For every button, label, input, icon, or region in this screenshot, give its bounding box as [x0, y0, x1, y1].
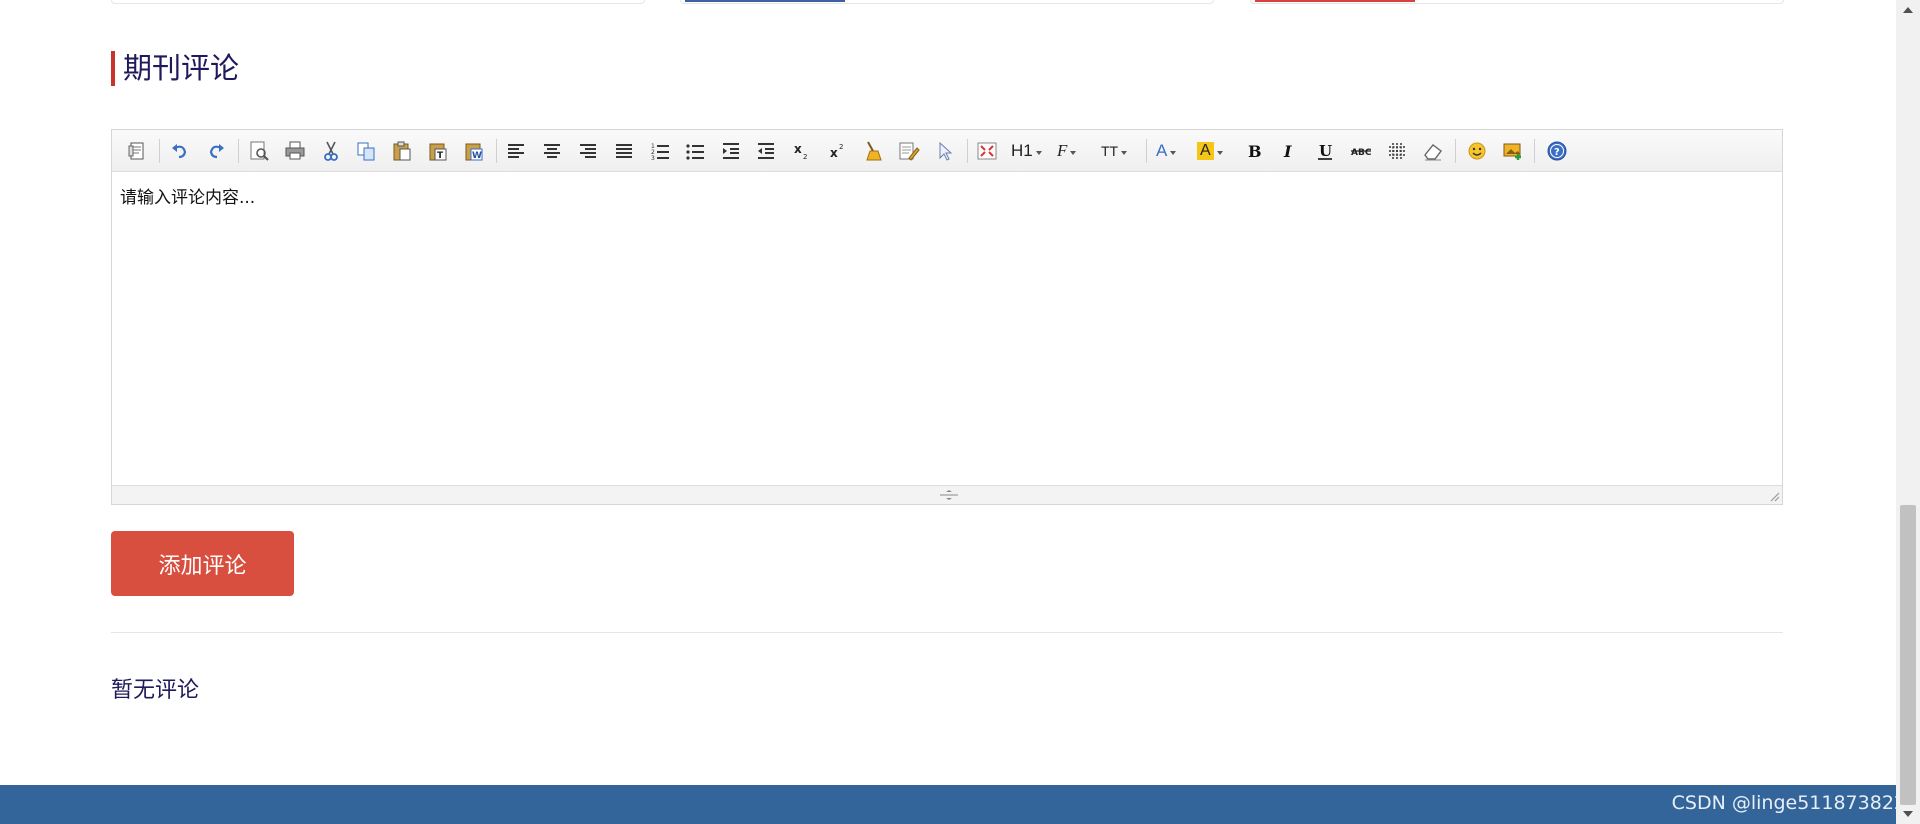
- font-color-caret-icon: [1170, 151, 1177, 155]
- underline-icon[interactable]: U: [1312, 138, 1338, 164]
- justify-icon[interactable]: [611, 138, 637, 164]
- selector-icon[interactable]: [932, 138, 958, 164]
- svg-text:x: x: [794, 142, 802, 156]
- font-size-caret-icon: [1121, 151, 1128, 155]
- svg-text:U: U: [1319, 142, 1332, 160]
- emoticon-icon[interactable]: [1464, 138, 1490, 164]
- top-card-2: [680, 0, 1214, 4]
- scroll-up-icon[interactable]: [1903, 7, 1913, 13]
- toolbar-separator: [496, 139, 497, 163]
- svg-text:2: 2: [803, 153, 807, 161]
- copy-icon[interactable]: [353, 138, 379, 164]
- scroll-down-icon[interactable]: [1903, 811, 1913, 817]
- preview-icon[interactable]: [246, 138, 272, 164]
- paste-word-icon[interactable]: W: [461, 138, 487, 164]
- editor-content-area[interactable]: 请输入评论内容...: [112, 171, 1782, 487]
- top-card-3: [1250, 0, 1784, 4]
- fullscreen-icon[interactable]: [974, 138, 1000, 164]
- svg-text:W: W: [472, 151, 482, 161]
- cut-icon[interactable]: [318, 138, 344, 164]
- section-title-text: 期刊评论: [123, 51, 240, 85]
- section-title: 期刊评论: [111, 51, 239, 86]
- italic-icon[interactable]: I: [1276, 138, 1302, 164]
- page-scrollbar[interactable]: [1896, 0, 1920, 824]
- font-family-caret-icon: [1070, 151, 1077, 155]
- top-card-3-strip: [1255, 0, 1415, 2]
- svg-text:?: ?: [1554, 147, 1560, 158]
- strikethrough-icon[interactable]: ABC: [1348, 138, 1374, 164]
- resize-grip-icon[interactable]: [1768, 490, 1780, 502]
- svg-text:T: T: [437, 151, 444, 161]
- highlight-caret-icon: [1216, 151, 1223, 155]
- subscript-icon[interactable]: x2: [789, 138, 815, 164]
- highlight-color-icon: A: [1197, 142, 1214, 160]
- divider: [111, 632, 1783, 633]
- paste-icon[interactable]: [389, 138, 415, 164]
- highlight-color-dropdown[interactable]: A: [1197, 138, 1223, 164]
- clear-format-icon[interactable]: [860, 138, 886, 164]
- comment-editor[interactable]: T W 123 x2 x 2 H1 F TT A A B I U ABC ? 请…: [111, 129, 1783, 505]
- font-family-dropdown[interactable]: F: [1057, 138, 1077, 164]
- select-all-icon[interactable]: [896, 138, 922, 164]
- toolbar-separator: [967, 139, 968, 163]
- svg-text:ABC: ABC: [1351, 148, 1372, 158]
- editor-placeholder: 请输入评论内容...: [120, 188, 256, 208]
- bold-icon[interactable]: B: [1241, 138, 1267, 164]
- toolbar-separator: [1534, 139, 1535, 163]
- font-color-icon: A: [1156, 141, 1168, 160]
- outdent-icon[interactable]: [753, 138, 779, 164]
- toolbar-separator: [238, 139, 239, 163]
- align-center-icon[interactable]: [539, 138, 565, 164]
- undo-icon[interactable]: [167, 138, 193, 164]
- editor-toolbar: T W 123 x2 x 2 H1 F TT A A B I U ABC ?: [112, 130, 1782, 172]
- paste-text-icon[interactable]: T: [425, 138, 451, 164]
- redo-icon[interactable]: [203, 138, 229, 164]
- eraser-icon[interactable]: [1420, 138, 1446, 164]
- print-icon[interactable]: [282, 138, 308, 164]
- table-icon[interactable]: [1384, 138, 1410, 164]
- insert-image-icon[interactable]: [1500, 138, 1526, 164]
- drag-handle-icon[interactable]: [938, 490, 960, 500]
- superscript-icon[interactable]: x2: [825, 138, 851, 164]
- heading-icon: H1: [1011, 141, 1033, 160]
- font-family-icon: F: [1057, 141, 1068, 160]
- svg-text:x: x: [830, 146, 838, 160]
- svg-text:3: 3: [651, 155, 655, 162]
- font-size-icon: TT: [1101, 143, 1119, 159]
- heading-dropdown[interactable]: H1: [1011, 138, 1042, 164]
- toolbar-separator: [1455, 139, 1456, 163]
- indent-icon[interactable]: [718, 138, 744, 164]
- source-icon[interactable]: [124, 138, 150, 164]
- add-comment-button[interactable]: 添加评论: [111, 531, 294, 596]
- no-comment-text: 暂无评论: [111, 678, 200, 703]
- align-left-icon[interactable]: [503, 138, 529, 164]
- font-color-dropdown[interactable]: A: [1156, 138, 1177, 164]
- heading-caret-icon: [1035, 151, 1042, 155]
- help-icon[interactable]: ?: [1544, 138, 1570, 164]
- font-size-dropdown[interactable]: TT: [1101, 138, 1128, 164]
- svg-text:2: 2: [839, 143, 843, 151]
- editor-statusbar: [112, 485, 1782, 504]
- ordered-list-icon[interactable]: 123: [647, 138, 673, 164]
- top-card-1: [111, 0, 645, 4]
- align-right-icon[interactable]: [575, 138, 601, 164]
- svg-text:I: I: [1283, 142, 1292, 161]
- unordered-list-icon[interactable]: [682, 138, 708, 164]
- top-card-2-strip: [685, 0, 845, 2]
- toolbar-separator: [1146, 139, 1147, 163]
- watermark: CSDN @linge511873822: [1671, 792, 1906, 814]
- footer: [0, 785, 1896, 824]
- toolbar-separator: [159, 139, 160, 163]
- svg-text:B: B: [1248, 142, 1262, 161]
- scrollbar-thumb[interactable]: [1900, 505, 1916, 805]
